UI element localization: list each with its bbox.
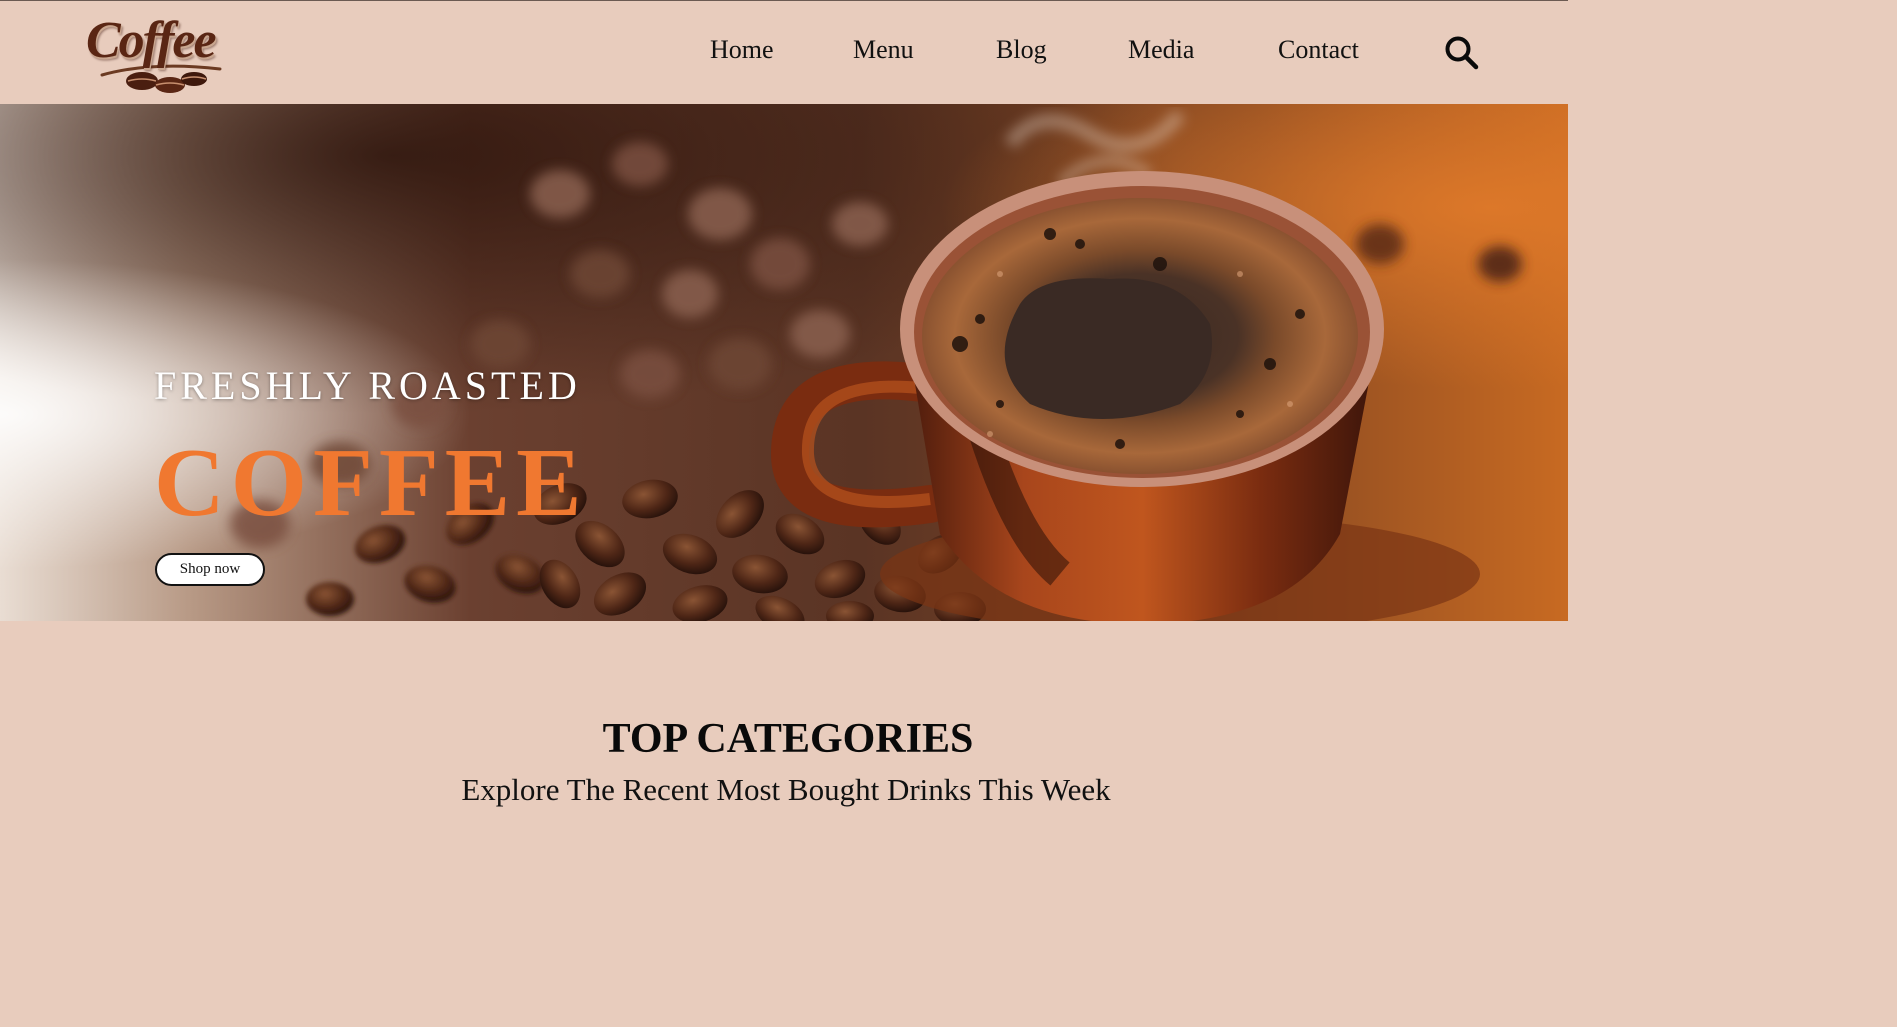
nav-item-contact[interactable]: Contact <box>1278 37 1359 63</box>
nav-item-blog[interactable]: Blog <box>996 37 1047 63</box>
hero-subtitle: FRESHLY ROASTED <box>154 363 581 408</box>
nav-item-menu[interactable]: Menu <box>853 37 914 63</box>
nav-item-media[interactable]: Media <box>1128 37 1194 63</box>
top-categories-title: TOP CATEGORIES <box>602 716 974 762</box>
top-categories-subtitle: Explore The Recent Most Bought Drinks Th… <box>461 772 1111 807</box>
hero-banner: FRESHLY ROASTED COFFEE Shop now <box>0 104 1568 621</box>
site-header: Coffee Home Menu Blog Media Contact <box>0 0 1568 104</box>
search-button[interactable] <box>1444 35 1480 71</box>
shop-now-button[interactable]: Shop now <box>155 553 265 586</box>
main-nav: Home Menu Blog Media Contact <box>0 1 1568 105</box>
hero-title: COFFEE <box>154 429 588 537</box>
search-icon <box>1445 36 1479 70</box>
page: Coffee Home Menu Blog Media Contact FRES… <box>0 0 1568 849</box>
nav-item-home[interactable]: Home <box>710 37 774 63</box>
